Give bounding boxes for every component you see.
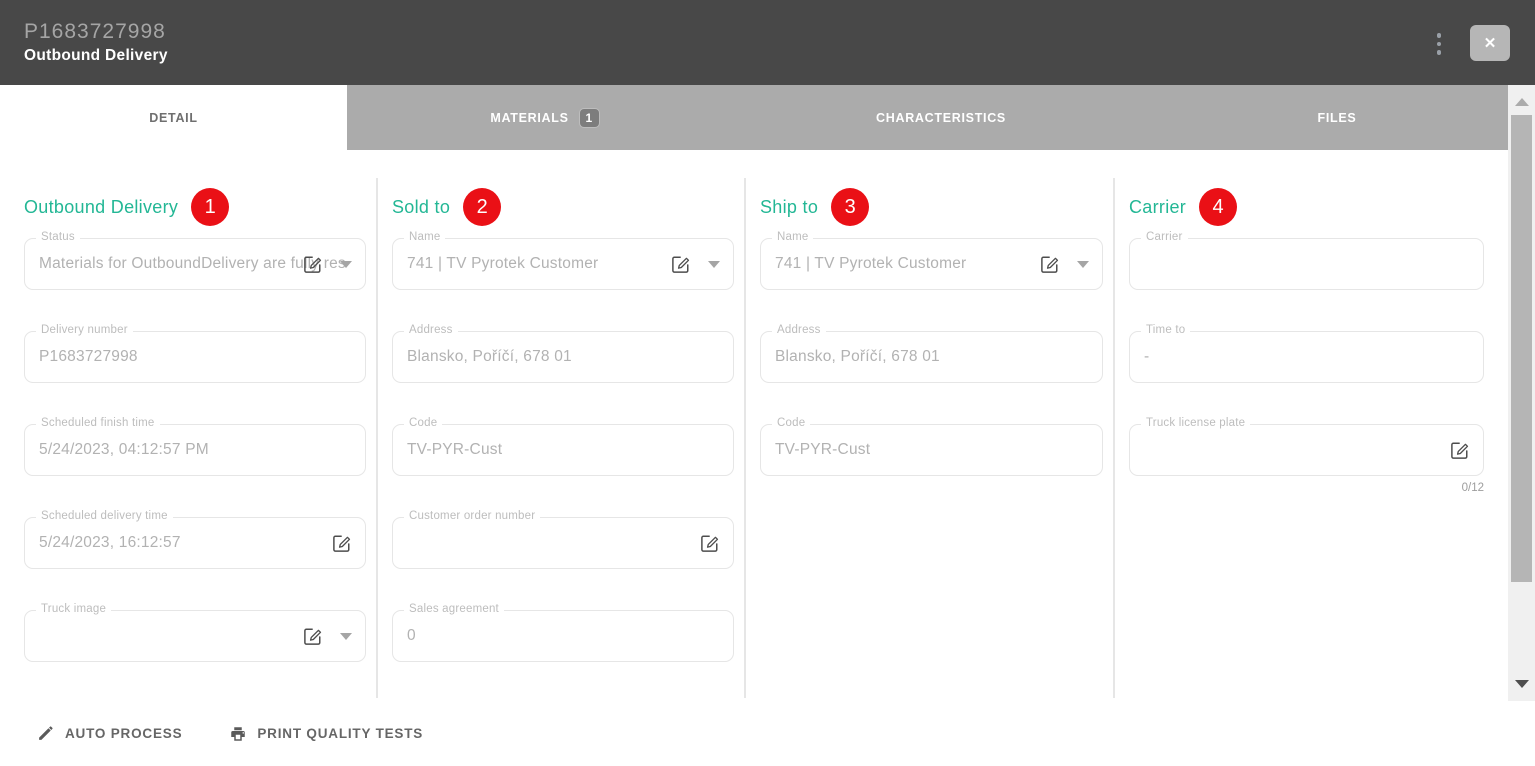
section-heading: Sold to 2 xyxy=(392,188,746,226)
field-value: TV-PYR-Cust xyxy=(775,425,1084,475)
dialog-subtitle: Outbound Delivery xyxy=(24,47,168,65)
section-heading: Outbound Delivery 1 xyxy=(24,188,378,226)
field-value: P1683727998 xyxy=(39,332,347,382)
field-value: 5/24/2023, 04:12:57 PM xyxy=(39,425,347,475)
step-badge-4: 4 xyxy=(1199,188,1237,226)
inactive-tabs: MATERIALS 1 CHARACTERISTICS FILES xyxy=(347,85,1535,150)
dialog-header: P1683727998 Outbound Delivery ✕ xyxy=(0,0,1535,85)
detail-content: Outbound Delivery 1 Status Materials for… xyxy=(0,150,1510,701)
section-carrier: Carrier 4 Carrier Time to - Truck licens… xyxy=(1115,150,1510,701)
tab-materials[interactable]: MATERIALS 1 xyxy=(347,85,743,150)
chevron-down-icon[interactable] xyxy=(708,261,720,268)
section-heading: Carrier 4 xyxy=(1129,188,1510,226)
field-value: 0 xyxy=(407,611,715,661)
tab-bar: DETAIL MATERIALS 1 CHARACTERISTICS FILES xyxy=(0,85,1535,150)
field-ship-to-code[interactable]: Code TV-PYR-Cust xyxy=(760,424,1103,476)
field-value: 5/24/2023, 16:12:57 xyxy=(39,518,347,568)
edit-icon[interactable] xyxy=(699,533,720,554)
edit-icon[interactable] xyxy=(302,626,323,647)
field-sales-agreement[interactable]: Sales agreement 0 xyxy=(392,610,734,662)
scroll-up-icon[interactable] xyxy=(1515,98,1529,106)
tab-label: CHARACTERISTICS xyxy=(876,111,1006,125)
edit-icon[interactable] xyxy=(670,254,691,275)
field-ship-to-address[interactable]: Address Blansko, Poříčí, 678 01 xyxy=(760,331,1103,383)
kebab-menu-icon[interactable] xyxy=(1429,33,1449,55)
step-badge-2: 2 xyxy=(463,188,501,226)
field-value: 741 | TV Pyrotek Customer xyxy=(775,239,1084,289)
scroll-down-icon[interactable] xyxy=(1515,680,1529,688)
field-ship-to-name[interactable]: Name 741 | TV Pyrotek Customer xyxy=(760,238,1103,290)
close-button[interactable]: ✕ xyxy=(1470,25,1510,61)
field-value xyxy=(39,611,347,661)
edit-icon[interactable] xyxy=(1039,254,1060,275)
field-scheduled-delivery-time[interactable]: Scheduled delivery time 5/24/2023, 16:12… xyxy=(24,517,366,569)
section-title: Ship to xyxy=(760,197,818,218)
field-sold-to-code[interactable]: Code TV-PYR-Cust xyxy=(392,424,734,476)
tab-label: DETAIL xyxy=(149,111,197,125)
step-badge-3: 3 xyxy=(831,188,869,226)
pencil-icon xyxy=(37,725,55,743)
tab-files[interactable]: FILES xyxy=(1139,85,1535,150)
field-customer-order-number[interactable]: Customer order number xyxy=(392,517,734,569)
print-quality-tests-button[interactable]: PRINT QUALITY TESTS xyxy=(229,725,423,743)
section-sold-to: Sold to 2 Name 741 | TV Pyrotek Customer… xyxy=(378,150,746,701)
field-value: - xyxy=(1144,332,1465,382)
materials-count-badge: 1 xyxy=(579,108,600,128)
button-label: PRINT QUALITY TESTS xyxy=(257,726,423,741)
chevron-down-icon[interactable] xyxy=(1077,261,1089,268)
section-outbound-delivery: Outbound Delivery 1 Status Materials for… xyxy=(0,150,378,701)
scrollbar-thumb[interactable] xyxy=(1511,115,1532,582)
auto-process-button[interactable]: AUTO PROCESS xyxy=(37,725,182,743)
field-delivery-number[interactable]: Delivery number P1683727998 xyxy=(24,331,366,383)
field-value xyxy=(407,518,715,568)
footer-actions: AUTO PROCESS PRINT QUALITY TESTS xyxy=(0,701,1535,766)
tab-label: FILES xyxy=(1318,111,1357,125)
edit-icon[interactable] xyxy=(1449,440,1470,461)
field-sold-to-address[interactable]: Address Blansko, Poříčí, 678 01 xyxy=(392,331,734,383)
field-scheduled-finish-time[interactable]: Scheduled finish time 5/24/2023, 04:12:5… xyxy=(24,424,366,476)
section-heading: Ship to 3 xyxy=(760,188,1115,226)
field-carrier[interactable]: Carrier xyxy=(1129,238,1484,290)
delivery-id-title: P1683727998 xyxy=(24,20,166,44)
section-title: Carrier xyxy=(1129,197,1186,218)
section-title: Outbound Delivery xyxy=(24,197,178,218)
field-status[interactable]: Status Materials for OutboundDelivery ar… xyxy=(24,238,366,290)
field-truck-image[interactable]: Truck image xyxy=(24,610,366,662)
section-ship-to: Ship to 3 Name 741 | TV Pyrotek Customer… xyxy=(746,150,1115,701)
tab-characteristics[interactable]: CHARACTERISTICS xyxy=(743,85,1139,150)
chevron-down-icon[interactable] xyxy=(340,633,352,640)
field-sold-to-name[interactable]: Name 741 | TV Pyrotek Customer xyxy=(392,238,734,290)
tab-detail[interactable]: DETAIL xyxy=(0,85,347,150)
close-icon: ✕ xyxy=(1484,34,1497,52)
edit-icon[interactable] xyxy=(302,254,323,275)
chevron-down-icon[interactable] xyxy=(340,261,352,268)
field-truck-license-plate[interactable]: Truck license plate xyxy=(1129,424,1484,476)
section-title: Sold to xyxy=(392,197,450,218)
step-badge-1: 1 xyxy=(191,188,229,226)
tab-label: MATERIALS xyxy=(490,111,568,125)
field-value: Blansko, Poříčí, 678 01 xyxy=(407,332,715,382)
field-value xyxy=(1144,425,1465,475)
field-value: TV-PYR-Cust xyxy=(407,425,715,475)
edit-icon[interactable] xyxy=(331,533,352,554)
field-time-to[interactable]: Time to - xyxy=(1129,331,1484,383)
outbound-delivery-dialog: P1683727998 Outbound Delivery ✕ DETAIL M… xyxy=(0,0,1535,766)
char-counter: 0/12 xyxy=(1129,482,1484,494)
vertical-scrollbar[interactable] xyxy=(1508,85,1535,701)
field-value: Blansko, Poříčí, 678 01 xyxy=(775,332,1084,382)
printer-icon xyxy=(229,725,247,743)
field-value: 741 | TV Pyrotek Customer xyxy=(407,239,715,289)
field-value xyxy=(1144,239,1465,289)
button-label: AUTO PROCESS xyxy=(65,726,182,741)
field-value: Materials for OutboundDelivery are fully… xyxy=(39,239,347,289)
